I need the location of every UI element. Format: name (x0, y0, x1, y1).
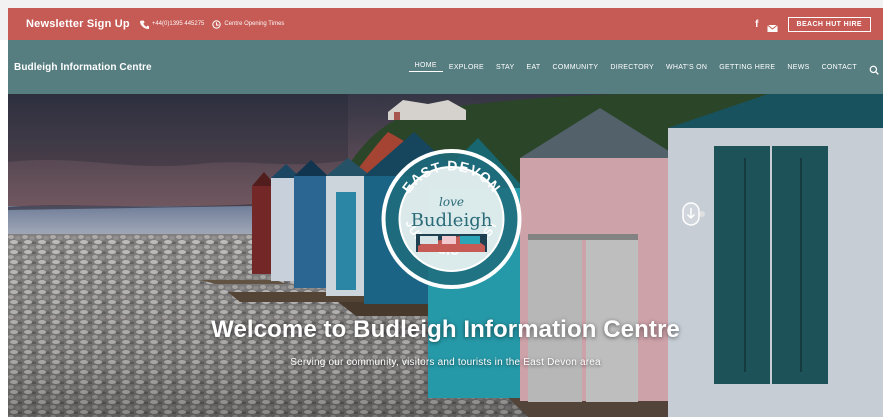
newsletter-signup-link[interactable]: Newsletter Sign Up (26, 18, 130, 30)
site-brand[interactable]: Budleigh Information Centre (14, 62, 152, 73)
nav-item-home[interactable]: HOME (408, 62, 443, 72)
logo-name: Budleigh (411, 210, 493, 231)
nav-item-community[interactable]: COMMUNITY (546, 64, 604, 71)
search-icon[interactable] (869, 62, 879, 75)
nav-item-news[interactable]: NEWS (781, 64, 815, 71)
nav-item-directory[interactable]: DIRECTORY (604, 64, 660, 71)
logo-script: love (439, 195, 464, 209)
scroll-down-button[interactable] (682, 202, 700, 226)
opening-times-label: Centre Opening Times (224, 21, 285, 27)
clock-icon (212, 19, 222, 29)
nav-item-stay[interactable]: STAY (490, 64, 520, 71)
beach-hut-hire-button[interactable]: BEACH HUT HIRE (787, 16, 871, 32)
nav-item-getting-here[interactable]: GETTING HERE (713, 64, 781, 71)
phone-link[interactable]: +44(0)1395 445275 (139, 20, 205, 29)
nav-item-explore[interactable]: EXPLORE (443, 64, 490, 71)
east-devon-jurassic-coast-logo: EAST DEVON JURASSIC COAST love Budleigh (378, 146, 525, 292)
nav-item-contact[interactable]: CONTACT (816, 64, 863, 71)
email-icon[interactable] (766, 20, 778, 32)
social-links: f (755, 19, 778, 32)
nav-item-whats-on[interactable]: WHAT'S ON (660, 64, 713, 71)
phone-icon (139, 20, 150, 29)
hero-banner: EAST DEVON JURASSIC COAST love Budleigh (8, 94, 883, 417)
top-bar: Newsletter Sign Up +44(0)1395 445275 Cen… (0, 0, 883, 40)
facebook-icon[interactable]: f (755, 19, 758, 30)
main-header: Budleigh Information Centre HOME EXPLORE… (8, 40, 883, 94)
opening-times-link[interactable]: Centre Opening Times (212, 19, 285, 29)
nav-item-eat[interactable]: EAT (520, 64, 546, 71)
main-nav: HOME EXPLORE STAY EAT COMMUNITY DIRECTOR… (408, 62, 879, 75)
hero-subtitle: Serving our community, visitors and tour… (290, 357, 601, 368)
promo-bar: Newsletter Sign Up +44(0)1395 445275 Cen… (8, 8, 883, 40)
phone-number: +44(0)1395 445275 (151, 21, 205, 27)
page: Newsletter Sign Up +44(0)1395 445275 Cen… (0, 0, 883, 417)
hero-title: Welcome to Budleigh Information Centre (211, 316, 680, 343)
